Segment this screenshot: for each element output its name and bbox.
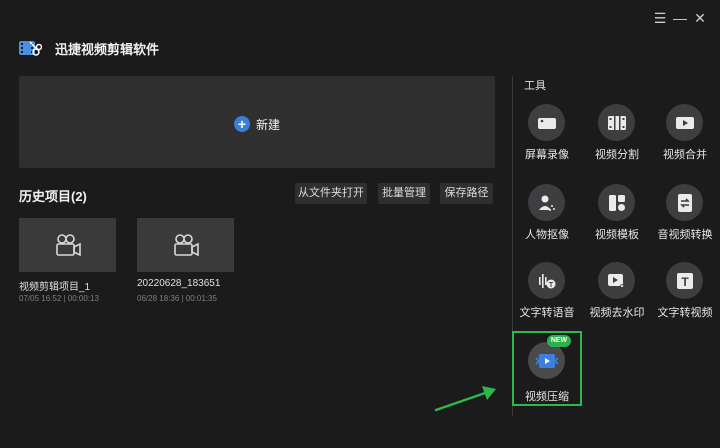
menu-icon[interactable]: ☰ bbox=[652, 10, 668, 26]
app-title: 迅捷视频剪辑软件 bbox=[55, 42, 160, 57]
tool-label: 人物抠像 bbox=[525, 229, 569, 241]
close-icon[interactable]: ✕ bbox=[692, 10, 708, 26]
history-title: 历史项目(2) bbox=[19, 189, 87, 204]
tools-title: 工具 bbox=[524, 80, 546, 92]
tool-label: 文字转语音 bbox=[519, 307, 575, 319]
project-thumbnail[interactable] bbox=[19, 218, 116, 272]
video-play-icon bbox=[666, 104, 703, 141]
tool-remove-watermark[interactable]: 视频去水印 bbox=[584, 262, 650, 326]
project-name[interactable]: 视频剪辑项目_1 bbox=[19, 278, 90, 293]
app-logo-icon bbox=[19, 41, 42, 56]
tool-label: 视频合并 bbox=[663, 149, 707, 161]
tool-label: 视频压缩 bbox=[525, 391, 569, 403]
svg-text:T: T bbox=[681, 275, 689, 289]
watermark-remove-icon bbox=[598, 262, 635, 299]
tool-av-convert[interactable]: 音视频转换 bbox=[652, 184, 718, 248]
green-arrow-icon bbox=[434, 386, 496, 412]
text-to-speech-icon: T bbox=[528, 262, 565, 299]
minimize-icon[interactable]: — bbox=[672, 10, 688, 26]
tool-text-to-speech[interactable]: T 文字转语音 bbox=[514, 262, 580, 326]
project-thumbnail[interactable] bbox=[137, 218, 234, 272]
tool-video-merge[interactable]: 视频合并 bbox=[652, 104, 718, 168]
tool-label: 视频去水印 bbox=[589, 307, 645, 319]
video-camera-icon bbox=[55, 234, 81, 257]
template-icon bbox=[598, 184, 635, 221]
new-project-label: 新建 bbox=[256, 117, 281, 132]
convert-icon bbox=[666, 184, 703, 221]
project-name[interactable]: 20220628_183651 bbox=[137, 278, 220, 289]
new-project-button[interactable]: + 新建 bbox=[234, 115, 280, 133]
plus-icon: + bbox=[234, 116, 250, 132]
tool-video-split[interactable]: 视频分割 bbox=[584, 104, 650, 168]
tool-person-cutout[interactable]: 人物抠像 bbox=[514, 184, 580, 248]
project-meta: 06/28 18:36 | 00:01:35 bbox=[137, 294, 217, 303]
svg-text:T: T bbox=[548, 282, 553, 289]
tool-label: 文字转视频 bbox=[657, 307, 713, 319]
text-to-video-icon: T bbox=[666, 262, 703, 299]
batch-manage-button[interactable]: 批量管理 bbox=[378, 183, 430, 204]
video-compress-icon bbox=[528, 342, 565, 379]
person-cutout-icon bbox=[528, 184, 565, 221]
tool-label: 视频分割 bbox=[595, 149, 639, 161]
tool-text-to-video[interactable]: T 文字转视频 bbox=[652, 262, 718, 326]
tool-video-compress[interactable]: 视频压缩 bbox=[514, 342, 580, 406]
tool-screen-record[interactable]: 屏幕录像 bbox=[514, 104, 580, 168]
film-split-icon bbox=[598, 104, 635, 141]
tool-video-template[interactable]: 视频模板 bbox=[584, 184, 650, 248]
tool-label: 屏幕录像 bbox=[525, 149, 569, 161]
tool-label: 视频模板 bbox=[595, 229, 639, 241]
video-camera-icon bbox=[173, 234, 199, 257]
tool-label: 音视频转换 bbox=[657, 229, 713, 241]
camera-icon bbox=[528, 104, 565, 141]
new-badge: NEW bbox=[547, 335, 571, 347]
project-meta: 07/05 16:52 | 00:00:13 bbox=[19, 294, 99, 303]
save-path-button[interactable]: 保存路径 bbox=[440, 183, 493, 204]
open-folder-button[interactable]: 从文件夹打开 bbox=[295, 183, 367, 204]
